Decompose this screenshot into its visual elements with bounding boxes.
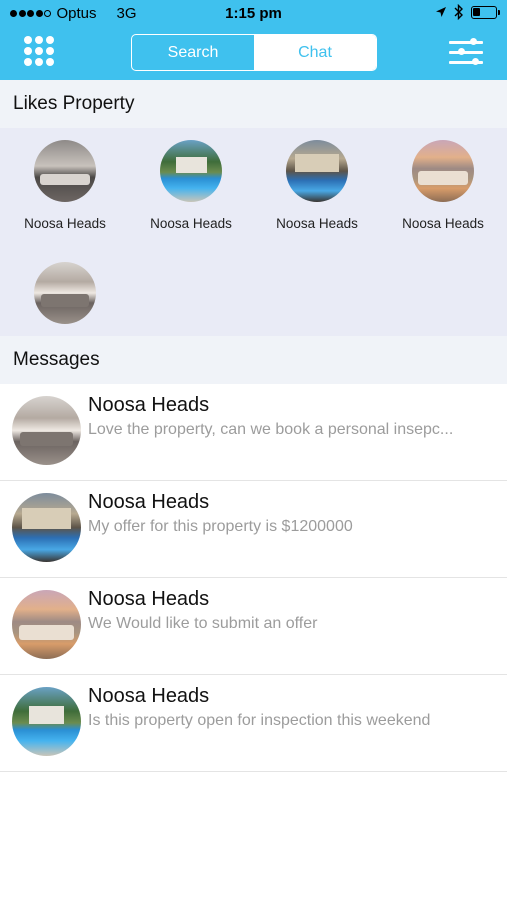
bluetooth-icon bbox=[454, 4, 463, 20]
tab-search[interactable]: Search bbox=[132, 35, 254, 70]
app-header: Optus 3G 1:15 pm Search Chat bbox=[0, 0, 507, 80]
message-row[interactable]: Noosa Heads We Would like to submit an o… bbox=[0, 578, 507, 675]
filter-sliders-button[interactable] bbox=[449, 38, 485, 66]
message-preview: We Would like to submit an offer bbox=[88, 615, 318, 632]
grid-menu-button[interactable] bbox=[24, 36, 54, 66]
tab-chat[interactable]: Chat bbox=[254, 35, 376, 70]
property-thumbnail bbox=[34, 140, 96, 202]
liked-property-item[interactable]: Noosa Heads bbox=[254, 140, 380, 231]
message-title: Noosa Heads bbox=[88, 491, 210, 513]
message-title: Noosa Heads bbox=[88, 394, 210, 416]
property-thumbnail bbox=[34, 262, 96, 324]
search-chat-segmented-control: Search Chat bbox=[131, 34, 377, 71]
liked-property-label: Noosa Heads bbox=[402, 216, 484, 231]
sender-avatar bbox=[12, 590, 81, 659]
liked-property-item[interactable]: Noosa Heads bbox=[128, 140, 254, 231]
sender-avatar bbox=[12, 396, 81, 465]
message-title: Noosa Heads bbox=[88, 588, 210, 610]
likes-section-header: Likes Property bbox=[0, 80, 507, 128]
liked-property-label: Noosa Heads bbox=[276, 216, 358, 231]
battery-level bbox=[473, 7, 480, 16]
status-time: 1:15 pm bbox=[225, 5, 282, 22]
status-right bbox=[435, 4, 500, 20]
sender-avatar bbox=[12, 493, 81, 562]
location-arrow-icon bbox=[436, 7, 446, 17]
liked-property-label: Noosa Heads bbox=[24, 216, 106, 231]
battery-icon bbox=[471, 5, 500, 19]
message-row[interactable]: Noosa Heads Is this property open for in… bbox=[0, 675, 507, 772]
liked-property-item[interactable]: Noosa Heads bbox=[2, 140, 128, 231]
likes-grid: Noosa Heads Noosa Heads Noosa Heads Noos… bbox=[0, 128, 507, 336]
status-bar: Optus 3G 1:15 pm bbox=[0, 0, 507, 28]
message-title: Noosa Heads bbox=[88, 685, 210, 707]
message-preview: My offer for this property is $1200000 bbox=[88, 518, 353, 535]
message-row[interactable]: Noosa Heads Love the property, can we bo… bbox=[0, 384, 507, 481]
property-thumbnail bbox=[160, 140, 222, 202]
messages-section-header: Messages bbox=[0, 336, 507, 384]
message-row[interactable]: Noosa Heads My offer for this property i… bbox=[0, 481, 507, 578]
message-preview: Is this property open for inspection thi… bbox=[88, 712, 431, 729]
message-preview: Love the property, can we book a persona… bbox=[88, 421, 454, 438]
liked-property-item[interactable] bbox=[2, 262, 128, 338]
liked-property-label: Noosa Heads bbox=[150, 216, 232, 231]
property-thumbnail bbox=[286, 140, 348, 202]
property-thumbnail bbox=[412, 140, 474, 202]
sender-avatar bbox=[12, 687, 81, 756]
liked-property-item[interactable]: Noosa Heads bbox=[380, 140, 506, 231]
